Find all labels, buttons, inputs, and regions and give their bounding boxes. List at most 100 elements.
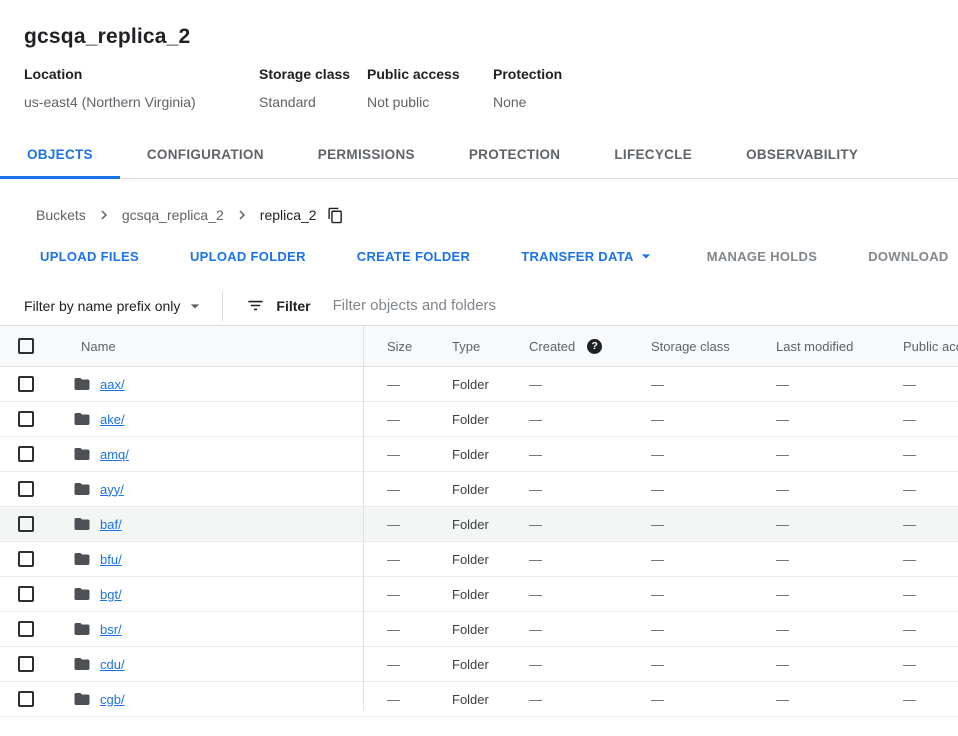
created-cell: — [505,622,627,637]
last-modified-cell: — [752,447,879,462]
size-cell: — [363,482,428,497]
filter-mode-dropdown[interactable]: Filter by name prefix only [24,296,205,316]
folder-link[interactable]: aax/ [100,377,125,392]
folder-link[interactable]: amq/ [100,447,129,462]
name-cell: aax/ [56,375,363,393]
folder-link[interactable]: bgt/ [100,587,122,602]
table-row[interactable]: cgb/ — Folder — — — — [0,682,958,717]
folder-link[interactable]: cgb/ [100,692,125,707]
checkbox-cell [0,516,56,532]
created-cell: — [505,377,627,392]
storage-class-cell: — [627,552,752,567]
public-access-cell: — [879,622,958,637]
table-row[interactable]: ake/ — Folder — — — — [0,402,958,437]
name-cell: ake/ [56,410,363,428]
last-modified-cell: — [752,517,879,532]
meta-label: Public access [367,66,493,82]
table-row[interactable]: bsr/ — Folder — — — — [0,612,958,647]
folder-link[interactable]: cdu/ [100,657,125,672]
created-cell: — [505,657,627,672]
checkbox-cell [0,656,56,672]
size-cell: — [363,552,428,567]
select-all-checkbox[interactable] [18,338,34,354]
copy-icon[interactable] [327,207,344,224]
chevron-right-icon [95,206,113,224]
checkbox-cell [0,446,56,462]
storage-class-cell: — [627,692,752,707]
name-cell: cdu/ [56,655,363,673]
filter-objects-input[interactable] [333,297,763,314]
breadcrumb-bucket-name[interactable]: gcsqa_replica_2 [122,207,224,223]
objects-table: Name Size Type Created ? Storage class L… [0,325,958,717]
checkbox-cell [0,411,56,427]
public-access-cell: — [879,447,958,462]
row-checkbox[interactable] [18,516,34,532]
created-cell: — [505,587,627,602]
row-checkbox[interactable] [18,446,34,462]
folder-link[interactable]: ake/ [100,412,125,427]
meta-value: Not public [367,94,493,110]
row-checkbox[interactable] [18,586,34,602]
created-cell: — [505,552,627,567]
column-header-storage-class: Storage class [627,339,752,354]
name-cell: bfu/ [56,550,363,568]
folder-link[interactable]: baf/ [100,517,122,532]
row-checkbox[interactable] [18,411,34,427]
breadcrumb: Buckets gcsqa_replica_2 replica_2 [0,203,958,227]
table-row[interactable]: amq/ — Folder — — — — [0,437,958,472]
create-folder-button[interactable]: CREATE FOLDER [357,249,470,264]
folder-link[interactable]: ayy/ [100,482,124,497]
upload-files-button[interactable]: UPLOAD FILES [40,249,139,264]
folder-link[interactable]: bfu/ [100,552,122,567]
created-label: Created [529,339,575,354]
manage-holds-button[interactable]: MANAGE HOLDS [707,249,818,264]
public-access-cell: — [879,517,958,532]
help-icon[interactable]: ? [587,339,602,354]
arrow-drop-down-icon [636,246,656,266]
row-checkbox[interactable] [18,691,34,707]
breadcrumb-buckets[interactable]: Buckets [36,207,86,223]
table-row[interactable]: aax/ — Folder — — — — [0,367,958,402]
folder-icon [73,690,91,708]
row-checkbox[interactable] [18,656,34,672]
tab-objects[interactable]: OBJECTS [0,131,120,178]
column-header-size: Size [363,339,428,354]
name-cell: baf/ [56,515,363,533]
table-row[interactable]: bgt/ — Folder — — — — [0,577,958,612]
row-checkbox[interactable] [18,621,34,637]
meta-storage-class: Storage class Standard [259,66,367,110]
type-cell: Folder [428,412,505,427]
type-cell: Folder [428,622,505,637]
tab-bar: OBJECTS CONFIGURATION PERMISSIONS PROTEC… [0,131,958,179]
download-button[interactable]: DOWNLOAD [868,249,948,264]
breadcrumb-current-folder: replica_2 [260,207,317,223]
table-row[interactable]: bfu/ — Folder — — — — [0,542,958,577]
tab-lifecycle[interactable]: LIFECYCLE [587,131,719,178]
public-access-cell: — [879,657,958,672]
upload-folder-button[interactable]: UPLOAD FOLDER [190,249,306,264]
type-cell: Folder [428,552,505,567]
tab-configuration[interactable]: CONFIGURATION [120,131,291,178]
tab-observability[interactable]: OBSERVABILITY [719,131,885,178]
folder-link[interactable]: bsr/ [100,622,122,637]
storage-class-cell: — [627,587,752,602]
row-checkbox[interactable] [18,551,34,567]
folder-icon [73,410,91,428]
tab-permissions[interactable]: PERMISSIONS [291,131,442,178]
table-row[interactable]: baf/ — Folder — — — — [0,507,958,542]
name-cell: bgt/ [56,585,363,603]
tab-protection[interactable]: PROTECTION [442,131,588,178]
last-modified-cell: — [752,622,879,637]
column-header-created: Created ? [505,339,627,354]
table-row[interactable]: cdu/ — Folder — — — — [0,647,958,682]
row-checkbox[interactable] [18,481,34,497]
last-modified-cell: — [752,552,879,567]
objects-toolbar: UPLOAD FILES UPLOAD FOLDER CREATE FOLDER… [0,240,958,272]
column-header-name: Name [56,339,363,354]
storage-class-cell: — [627,447,752,462]
table-row[interactable]: ayy/ — Folder — — — — [0,472,958,507]
row-checkbox[interactable] [18,376,34,392]
filter-chip: Filter [246,296,310,315]
transfer-data-button[interactable]: TRANSFER DATA [521,246,655,266]
last-modified-cell: — [752,657,879,672]
